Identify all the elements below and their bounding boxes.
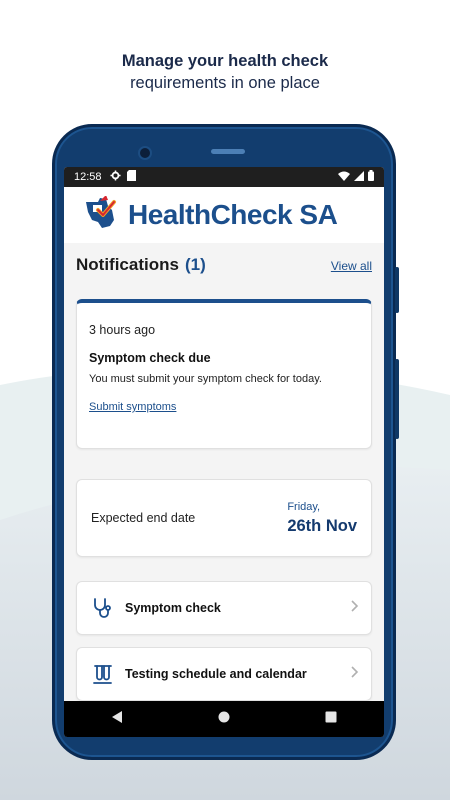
- test-tubes-icon: [89, 661, 115, 687]
- notifications-title: Notifications: [76, 255, 179, 274]
- notifications-header: Notifications (1) View all: [76, 255, 372, 285]
- notification-time: 3 hours ago: [89, 323, 156, 337]
- end-date-date: 26th Nov: [287, 516, 357, 535]
- sd-card-icon: [126, 170, 136, 184]
- promo-caption: Manage your health check requirements in…: [0, 50, 450, 94]
- signal-icon: [354, 170, 364, 184]
- notification-body: You must submit your symptom check for t…: [89, 373, 322, 385]
- home-icon[interactable]: [218, 710, 230, 728]
- main-content: Notifications (1) View all 3 hours ago S…: [64, 255, 384, 701]
- android-nav-bar: [64, 701, 384, 737]
- battery-icon: [368, 170, 374, 184]
- end-date-card: Expected end date Friday, 26th Nov: [76, 479, 372, 557]
- status-bar: 12:58: [64, 167, 384, 187]
- notification-title: Symptom check due: [89, 351, 211, 365]
- app-header: HealthCheck SA: [64, 187, 384, 243]
- back-icon[interactable]: [111, 710, 123, 728]
- phone-screen: 12:58 HealthCheck SA Notifications (1) V…: [64, 167, 384, 737]
- notifications-count: (1): [184, 255, 206, 274]
- promo-line-1: Manage your health check: [121, 52, 329, 70]
- menu-item-label: Testing schedule and calendar: [125, 667, 307, 681]
- front-camera: [138, 146, 152, 160]
- phone-frame: 12:58 HealthCheck SA Notifications (1) V…: [52, 124, 399, 760]
- menu-item-label: Symptom check: [125, 601, 221, 615]
- status-icons: [338, 170, 374, 184]
- submit-symptoms-link[interactable]: Submit symptoms: [89, 401, 176, 413]
- power-button: [395, 267, 399, 313]
- chevron-right-icon: [351, 665, 359, 683]
- end-date-day: Friday,: [287, 500, 321, 513]
- promo-line-2: requirements in one place: [130, 74, 320, 92]
- earpiece-speaker: [211, 149, 245, 154]
- volume-button: [395, 359, 399, 439]
- end-date-value: Friday, 26th Nov: [287, 501, 357, 536]
- notification-card: 3 hours ago Symptom check due You must s…: [76, 299, 372, 449]
- status-time: 12:58: [74, 171, 102, 183]
- view-all-link[interactable]: View all: [331, 259, 372, 273]
- wifi-icon: [338, 171, 350, 184]
- menu-item-testing-schedule[interactable]: Testing schedule and calendar: [76, 647, 372, 701]
- menu-item-symptom-check[interactable]: Symptom check: [76, 581, 372, 635]
- brand-name: HealthCheck SA: [128, 199, 338, 230]
- gear-icon: [109, 170, 121, 184]
- sa-map-checkmark-logo: [84, 194, 124, 235]
- end-date-label: Expected end date: [91, 511, 196, 525]
- stethoscope-icon: [89, 595, 115, 621]
- recents-icon[interactable]: [325, 710, 337, 728]
- chevron-right-icon: [351, 599, 359, 617]
